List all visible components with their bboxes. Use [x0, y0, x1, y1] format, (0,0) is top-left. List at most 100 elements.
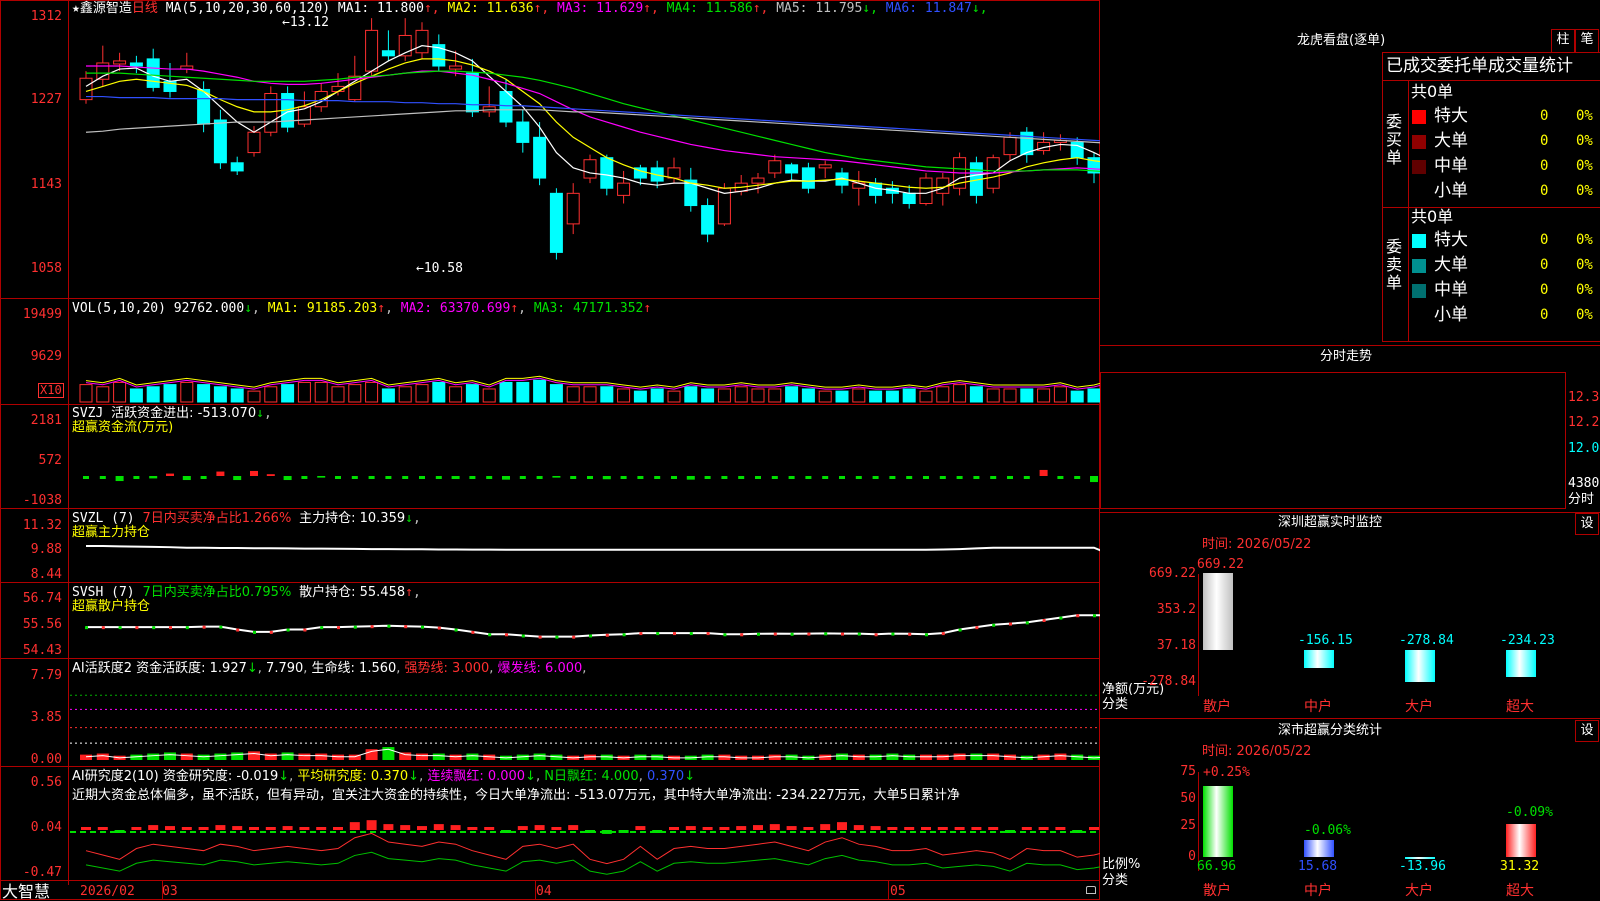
retail-dot [370, 625, 374, 629]
ai1-strong-line: 强势线: 3.000 [404, 661, 490, 676]
favorite-star-icon[interactable]: ★ [72, 1, 80, 16]
classify-title: 深市超赢分类统计 [1278, 723, 1383, 738]
volume-bar [818, 390, 832, 403]
ma-value: MA2: 11.636 [447, 1, 534, 16]
research-bar [551, 827, 562, 830]
research-bar [97, 827, 108, 830]
candle [230, 162, 244, 172]
volume-bar [264, 386, 278, 403]
dragon-header-divider [1382, 80, 1600, 81]
lock-icon[interactable] [1086, 886, 1096, 894]
volume-bar [902, 388, 916, 403]
order-size-label: 小单 [1434, 181, 1468, 201]
research-bar [904, 827, 915, 830]
candle [146, 58, 160, 88]
date-tick: 03 [162, 884, 178, 899]
period-label[interactable]: 日线 [132, 1, 158, 16]
research-bar [148, 825, 159, 830]
classify-xlabel: 分类 [1102, 873, 1129, 888]
volume-bar [230, 388, 244, 403]
svzl-subtitle: 超赢主力持仓 [72, 525, 151, 540]
svsh-ratio: 7日内买卖净占比0.795% [142, 585, 292, 600]
retail-dot [303, 628, 307, 632]
retail-dot [101, 626, 105, 630]
research-bar [1038, 827, 1049, 830]
price-axis-tick: 1227 [30, 92, 62, 107]
candle [600, 157, 614, 189]
monitor-settings-button[interactable]: 设 [1575, 513, 1599, 535]
flow-bar [283, 476, 292, 481]
volume-bar [835, 390, 849, 403]
svzj-axis-tick: -1038 [22, 493, 62, 508]
flow-bar [956, 476, 963, 479]
bar-category-label: 大户 [1405, 699, 1433, 715]
retail-dot [185, 626, 189, 630]
activity-bar [180, 753, 193, 760]
flow-bar [99, 476, 106, 479]
volume-bar [801, 388, 815, 403]
volume-bar [297, 381, 311, 403]
flow-bar [435, 476, 442, 479]
vol-ma2: MA2: 63370.699 [400, 301, 511, 316]
research-bar [299, 827, 310, 830]
flow-bar [317, 476, 326, 478]
intraday-chart-frame[interactable] [1100, 372, 1566, 509]
volume-bar [247, 390, 261, 403]
retail-dot [286, 628, 290, 632]
flow-bar [1074, 476, 1081, 479]
flow-bar [602, 476, 611, 480]
activity-bar [869, 754, 882, 760]
activity-bar [920, 754, 932, 760]
candle [1003, 136, 1017, 156]
research-bar [988, 827, 999, 830]
retail-dot [269, 630, 273, 634]
retail-dot [589, 634, 592, 638]
candle [919, 177, 933, 205]
bar-mode-button[interactable]: 柱 [1551, 29, 1575, 53]
candle [465, 72, 479, 113]
flow-bar [552, 476, 561, 478]
retail-dot [639, 632, 643, 636]
intraday-axis-tick: 12.04 [1568, 441, 1600, 456]
ai2-axis-tick: 0.04 [30, 820, 62, 835]
flow-bar [351, 476, 358, 479]
svzj-title-row: SVZJ 活跃资金进出: -513.070↓, [72, 406, 272, 421]
retail-dot [656, 632, 660, 636]
research-bar [803, 827, 814, 830]
research-bar [769, 824, 780, 830]
svzl-axis-tick: 8.44 [30, 567, 62, 582]
flow-bar [250, 470, 258, 476]
order-size-swatch [1412, 160, 1426, 174]
research-bar [81, 827, 91, 830]
retail-dot [1025, 621, 1029, 625]
volume-bar [432, 381, 446, 403]
classify-settings-button[interactable]: 设 [1575, 720, 1599, 742]
bar-axis-tick: -278.84 [1141, 674, 1196, 689]
bar-category-label: 中户 [1304, 699, 1332, 715]
vol-ma1: MA1: 91185.203 [267, 301, 378, 316]
retail-dot [337, 626, 340, 630]
research-bar [181, 827, 192, 830]
svzl-axis-tick: 9.88 [30, 542, 62, 557]
candle [801, 167, 815, 189]
bar-category-label: 超大 [1506, 883, 1534, 899]
activity-bar [164, 752, 176, 760]
candle [365, 29, 379, 72]
volume-bar [986, 388, 1000, 403]
ma-value: MA4: 11.586 [666, 1, 753, 16]
volume-bar [751, 388, 765, 403]
flow-bar [486, 476, 493, 479]
bar-value-label: -234.23 [1500, 633, 1555, 648]
ai1-activity: 资金活跃度: 1.927 [136, 661, 247, 676]
tick-mode-button[interactable]: 笔 [1575, 29, 1599, 53]
activity-bar [332, 754, 344, 760]
svzl-ratio: 7日内买卖净占比1.266% [142, 511, 292, 526]
order-size-label: 大单 [1434, 131, 1468, 151]
order-size-label: 小单 [1434, 305, 1468, 325]
candle [449, 65, 463, 70]
bar-change-label: +0.25% [1203, 765, 1250, 780]
bar-value-label: 31.32 [1500, 859, 1540, 874]
svsh-subtitle: 超赢散户持仓 [72, 599, 151, 614]
research-bar [669, 827, 679, 830]
kline-chart[interactable] [0, 0, 1100, 900]
